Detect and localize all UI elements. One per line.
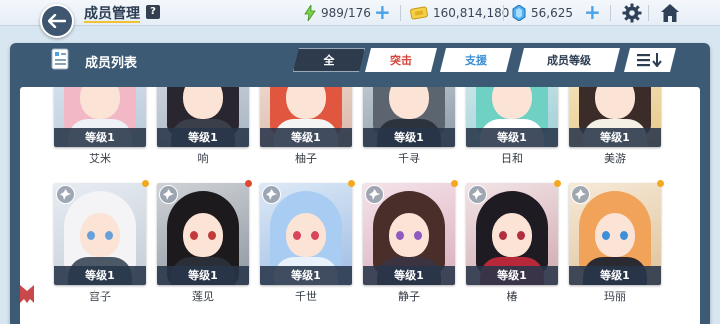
member-portrait: 等级1 [466, 87, 558, 147]
member-card[interactable]: 等级1 静子 [363, 180, 458, 304]
member-name: 美游 [604, 152, 626, 165]
member-level: 等级1 [363, 128, 455, 147]
member-level: 等级1 [157, 266, 249, 285]
member-portrait: 等级1 [260, 183, 352, 285]
pin-icon [472, 189, 483, 200]
panel-header: 成员列表 全 突击 支援 成员等级 [10, 43, 710, 77]
member-card[interactable]: 等级1 莲见 [157, 180, 252, 304]
member-name: 柚子 [295, 152, 317, 165]
member-list-title: 成员列表 [85, 56, 138, 71]
member-level: 等级1 [260, 128, 352, 147]
gear-icon[interactable] [622, 3, 642, 23]
member-name: 响 [197, 152, 209, 165]
new-indicator [554, 180, 561, 187]
member-portrait: 等级1 [157, 183, 249, 285]
divider [648, 5, 649, 21]
pin-icon [266, 189, 277, 200]
member-list-panel: 成员列表 全 突击 支援 成员等级 等级1 艾米 等级1 响 等级1 柚子 等级… [10, 43, 710, 324]
favorite-pin-button[interactable] [365, 185, 384, 204]
member-card[interactable]: 等级1 美游 [569, 87, 661, 166]
add-gem-button[interactable]: + [584, 2, 601, 22]
stamina-resource: 989/176 [304, 4, 371, 22]
new-indicator [245, 180, 252, 187]
help-button[interactable]: ? [146, 5, 160, 19]
member-name: 千世 [295, 290, 317, 303]
member-card[interactable]: 等级1 玛丽 [569, 180, 664, 304]
gem-resource: 56,625 [512, 4, 573, 22]
sort-order-button[interactable] [624, 48, 676, 72]
divider [400, 5, 401, 21]
member-name: 玛丽 [604, 290, 626, 303]
member-portrait: 等级1 [569, 183, 661, 285]
favorite-pin-button[interactable] [571, 185, 590, 204]
sort-by-level-button[interactable]: 成员等级 [518, 48, 620, 72]
new-indicator [451, 180, 458, 187]
watermark-text: LIFE PUMPING ON [40, 289, 128, 299]
add-stamina-button[interactable]: + [374, 2, 391, 22]
device-watermark: LIFE PUMPING ON [18, 283, 127, 305]
new-indicator [348, 180, 355, 187]
top-bar: 成员管理 ? 989/176 + 160,814,180 56,625 + [0, 0, 720, 26]
member-level: 等级1 [466, 266, 558, 285]
member-card[interactable]: 等级1 千寻 [363, 87, 455, 166]
member-portrait: 等级1 [54, 183, 146, 285]
lightning-icon [304, 5, 316, 21]
pin-icon [575, 189, 586, 200]
member-portrait: 等级1 [363, 183, 455, 285]
pin-icon [60, 189, 71, 200]
member-level: 等级1 [363, 266, 455, 285]
member-portrait: 等级1 [260, 87, 352, 147]
member-level: 等级1 [260, 266, 352, 285]
member-name: 日和 [501, 152, 523, 165]
member-name: 艾米 [89, 152, 111, 165]
favorite-pin-button[interactable] [159, 185, 178, 204]
favorite-pin-button[interactable] [468, 185, 487, 204]
member-card[interactable]: 等级1 响 [157, 87, 249, 166]
title-underline [84, 21, 140, 23]
new-indicator [657, 180, 664, 187]
pin-icon [369, 189, 380, 200]
member-list-icon [51, 48, 69, 70]
member-level: 等级1 [54, 128, 146, 147]
gold-value: 160,814,180 [433, 6, 510, 20]
member-card[interactable]: 等级1 千世 [260, 180, 355, 304]
member-portrait: 等级1 [466, 183, 558, 285]
member-name: 莲见 [192, 290, 214, 303]
home-icon[interactable] [660, 3, 680, 23]
member-card[interactable]: 等级1 椿 [466, 180, 561, 304]
member-level: 等级1 [466, 128, 558, 147]
tab-all[interactable]: 全 [293, 48, 365, 72]
back-button[interactable] [40, 4, 74, 38]
member-card[interactable]: 等级1 日和 [466, 87, 558, 166]
member-portrait: 等级1 [363, 87, 455, 147]
member-level: 等级1 [569, 266, 661, 285]
arrow-left-icon [48, 14, 66, 28]
gem-icon [512, 5, 526, 21]
member-portrait: 等级1 [54, 87, 146, 147]
member-name: 千寻 [398, 152, 420, 165]
gem-value: 56,625 [531, 6, 573, 20]
member-card[interactable]: 等级1 柚子 [260, 87, 352, 166]
new-indicator [142, 180, 149, 187]
favorite-pin-button[interactable] [262, 185, 281, 204]
pin-icon [163, 189, 174, 200]
sort-descending-icon [637, 53, 663, 67]
tab-assault[interactable]: 突击 [365, 48, 437, 72]
divider [503, 5, 504, 21]
member-level: 等级1 [157, 128, 249, 147]
member-level: 等级1 [569, 128, 661, 147]
member-card[interactable]: 等级1 艾米 [54, 87, 146, 166]
stamina-value: 989/176 [321, 6, 371, 20]
gold-resource: 160,814,180 [410, 4, 509, 22]
logo-icon [20, 285, 34, 303]
member-portrait: 等级1 [157, 87, 249, 147]
tab-support[interactable]: 支援 [440, 48, 512, 72]
member-name: 椿 [506, 290, 518, 303]
member-portrait: 等级1 [569, 87, 661, 147]
member-name: 静子 [398, 290, 420, 303]
favorite-pin-button[interactable] [56, 185, 75, 204]
page-title: 成员管理 [84, 6, 140, 22]
divider [610, 5, 611, 21]
ticket-icon [410, 6, 428, 20]
